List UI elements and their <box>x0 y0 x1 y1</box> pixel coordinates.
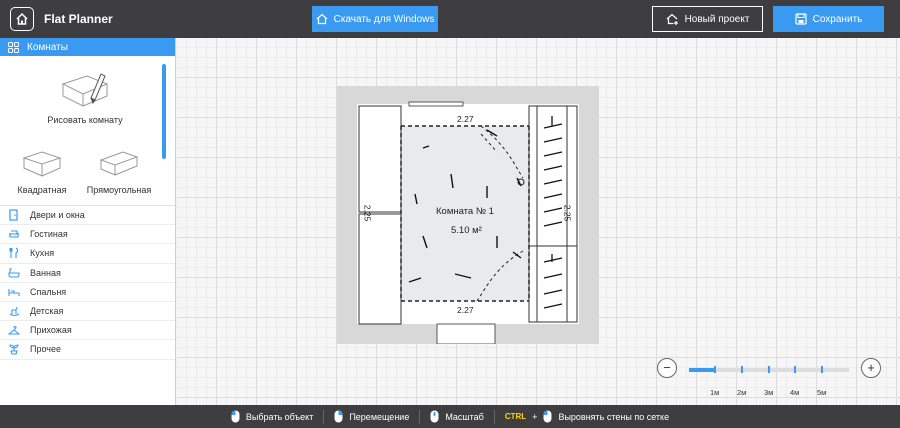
category-label: Ванная <box>30 267 61 278</box>
draw-room-tool[interactable]: Рисовать комнату <box>40 70 130 125</box>
draw-room-pencil-icon <box>61 73 109 107</box>
zoom-tick <box>714 366 716 373</box>
plus-sign: + <box>532 411 538 422</box>
sidebar-scrollbar[interactable] <box>162 64 166 159</box>
mouse-left-click-icon <box>543 410 552 423</box>
dimension-right: 2.25 <box>562 204 573 222</box>
rocking-horse-icon <box>9 306 20 317</box>
floor-plan[interactable]: 2.27 2.27 2.25 2.25 Комната № 1 5.10 м² <box>337 86 599 349</box>
room-tools-panel: Рисовать комнату Квадратная Прямоугольна… <box>0 56 175 206</box>
zoom-scale-label: 5м <box>817 388 827 397</box>
zoom-scale-label: 3м <box>764 388 774 397</box>
zoom-in-button[interactable]: + <box>861 358 881 378</box>
square-room-label: Квадратная <box>17 185 67 195</box>
home-logo-icon[interactable] <box>10 7 34 31</box>
square-room-tool[interactable]: Квадратная <box>6 148 78 195</box>
category-kids-room[interactable]: Детская <box>0 302 175 322</box>
house-icon <box>316 13 328 25</box>
hint-align-label: Выровнять стены по сетке <box>558 411 670 422</box>
download-windows-button[interactable]: Скачать для Windows <box>312 6 438 32</box>
rectangular-room-label: Прямоугольная <box>86 185 152 195</box>
plan-canvas[interactable]: 2.27 2.27 2.25 2.25 Комната № 1 5.10 м² … <box>177 38 900 405</box>
download-label: Скачать для Windows <box>333 13 435 25</box>
category-bathroom[interactable]: Ванная <box>0 264 175 283</box>
hint-move: Перемещение <box>334 410 409 423</box>
app-title: Flat Planner <box>44 12 113 26</box>
zoom-scale-label: 1м <box>710 388 720 397</box>
grid-icon <box>8 41 19 53</box>
category-label: Детская <box>30 306 64 317</box>
top-bar: Flat Planner Скачать для Windows Новый п… <box>0 0 900 38</box>
hint-move-label: Перемещение <box>349 411 410 422</box>
dimension-top: 2.27 <box>457 114 474 124</box>
door-icon <box>9 209 18 221</box>
separator <box>323 409 325 424</box>
zoom-scale-label: 4м <box>790 388 800 397</box>
category-label: Двери и окна <box>30 210 85 221</box>
dimension-left: 2.25 <box>362 204 373 222</box>
zoom-scale-label: 2м <box>737 388 747 397</box>
new-project-label: Новый проект <box>684 13 750 25</box>
bed-icon <box>8 288 20 296</box>
separator <box>493 409 495 424</box>
save-label: Сохранить <box>812 13 863 25</box>
category-label: Спальня <box>30 286 67 297</box>
separator <box>419 409 421 424</box>
zoom-tick <box>794 366 796 373</box>
save-icon <box>795 13 807 25</box>
category-other[interactable]: Прочее <box>0 340 175 360</box>
category-label: Кухня <box>30 248 55 259</box>
save-button[interactable]: Сохранить <box>773 6 884 32</box>
zoom-slider[interactable]: 1м 2м 3м 4м 5м <box>689 366 849 397</box>
hanger-icon <box>8 326 20 335</box>
hint-select: Выбрать объект <box>231 410 313 423</box>
zoom-tick <box>768 366 770 373</box>
hint-align: CTRL + Выровнять стены по сетке <box>505 410 669 423</box>
category-living-room[interactable]: Гостиная <box>0 225 175 245</box>
hint-scale-label: Масштаб <box>445 411 484 422</box>
category-bedroom[interactable]: Спальня <box>0 283 175 302</box>
mouse-wheel-icon <box>430 410 439 423</box>
plant-icon <box>9 344 19 355</box>
hint-select-label: Выбрать объект <box>245 411 314 422</box>
zoom-tick <box>821 366 823 373</box>
room-area: 5.10 м² <box>451 225 482 236</box>
square-box-icon <box>22 151 62 177</box>
mouse-left-click-icon <box>231 410 240 423</box>
room-name: Комната № 1 <box>436 206 494 217</box>
category-hallway[interactable]: Прихожая <box>0 321 175 341</box>
rooms-section-title: Комнаты <box>27 41 68 53</box>
mouse-right-click-icon <box>334 410 343 423</box>
new-project-button[interactable]: Новый проект <box>652 6 763 32</box>
draw-room-label: Рисовать комнату <box>47 115 123 125</box>
rooms-section-header[interactable]: Комнаты <box>0 38 175 56</box>
zoom-control: − 1м 2м 3м 4м 5м + <box>655 356 885 397</box>
house-plus-icon <box>666 13 678 25</box>
rectangular-box-icon <box>99 151 139 176</box>
rectangular-room-tool[interactable]: Прямоугольная <box>82 148 156 195</box>
category-doors-windows[interactable]: Двери и окна <box>0 206 175 226</box>
hint-bar: Выбрать объект Перемещение Масштаб CTRL … <box>0 405 900 428</box>
category-label: Прихожая <box>30 325 72 336</box>
zoom-out-button[interactable]: − <box>657 358 677 378</box>
utensils-icon <box>9 247 19 259</box>
category-kitchen[interactable]: Кухня <box>0 244 175 264</box>
category-label: Прочее <box>30 344 61 355</box>
sofa-icon <box>9 230 19 238</box>
sidebar: Комнаты Рисовать комнату Квадратная Прям… <box>0 38 176 405</box>
dimension-bottom: 2.27 <box>457 305 474 315</box>
ctrl-key: CTRL <box>504 412 527 421</box>
zoom-level-fill <box>689 368 717 372</box>
hint-scale: Масштаб <box>430 410 484 423</box>
category-list: Двери и окна Гостиная Кухня Ванная Спаль… <box>0 206 175 360</box>
zoom-tick <box>741 366 743 373</box>
bathtub-icon <box>8 268 20 278</box>
category-label: Гостиная <box>30 229 68 240</box>
